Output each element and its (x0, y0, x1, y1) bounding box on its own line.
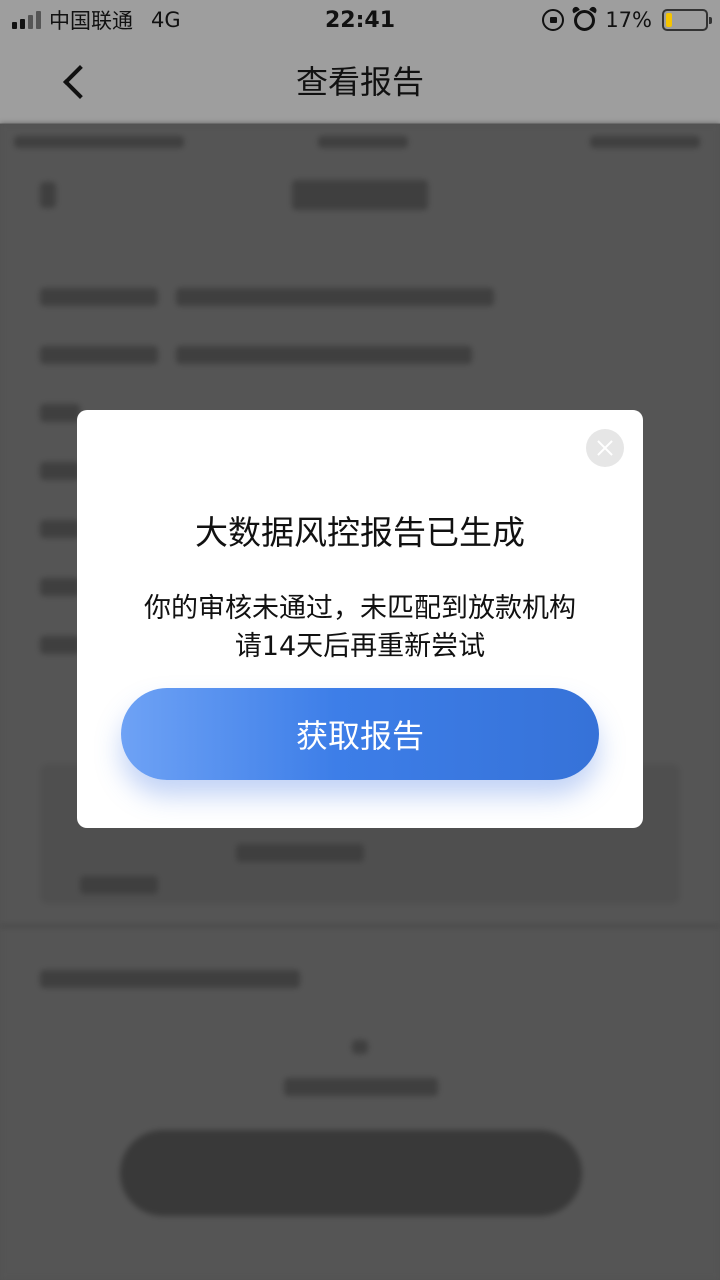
ghost-divider (0, 924, 720, 928)
ghost-line (80, 876, 158, 894)
ghost-line (318, 136, 408, 148)
battery-fill (666, 13, 673, 27)
ghost-line (40, 520, 80, 538)
signal-icon (12, 11, 41, 29)
chevron-left-icon (63, 65, 97, 99)
ghost-line (40, 346, 158, 364)
ghost-line (40, 288, 158, 306)
ghost-line (292, 180, 428, 210)
ghost-line (590, 136, 700, 148)
ghost-line (40, 404, 80, 422)
modal-title: 大数据风控报告已生成 (195, 513, 525, 552)
ghost-line (236, 844, 364, 862)
battery-percent: 17% (605, 8, 652, 32)
ghost-line (40, 462, 80, 480)
nav-bar: 查看报告 (0, 40, 720, 124)
ghost-line (40, 182, 56, 208)
report-modal: 大数据风控报告已生成 你的审核未通过，未匹配到放款机构 请14天后再重新尝试 获… (77, 410, 643, 828)
modal-message-line-2: 请14天后再重新尝试 (234, 631, 486, 662)
status-bar: 中国联通 4G 22:41 17% (0, 0, 720, 40)
network-label: 4G (151, 8, 181, 32)
ghost-line (40, 970, 300, 988)
rotation-lock-icon (542, 9, 565, 31)
get-report-button[interactable]: 获取报告 (121, 688, 599, 780)
ghost-line (176, 346, 472, 364)
carrier-label: 中国联通 (49, 9, 133, 33)
ghost-line (352, 1040, 368, 1054)
alarm-icon (574, 9, 596, 31)
ghost-line (176, 288, 494, 306)
ghost-line (40, 578, 80, 596)
ghost-line (14, 136, 184, 148)
ghost-line (284, 1078, 438, 1096)
page-title: 查看报告 (295, 63, 424, 101)
ghost-button (120, 1130, 582, 1216)
battery-icon (662, 9, 712, 31)
ghost-line (40, 636, 80, 654)
close-button[interactable] (586, 429, 624, 467)
modal-message-line-1: 你的审核未通过，未匹配到放款机构 (144, 593, 576, 624)
close-icon (595, 438, 615, 458)
status-right-group: 17% (542, 8, 712, 32)
back-button[interactable] (50, 54, 100, 110)
